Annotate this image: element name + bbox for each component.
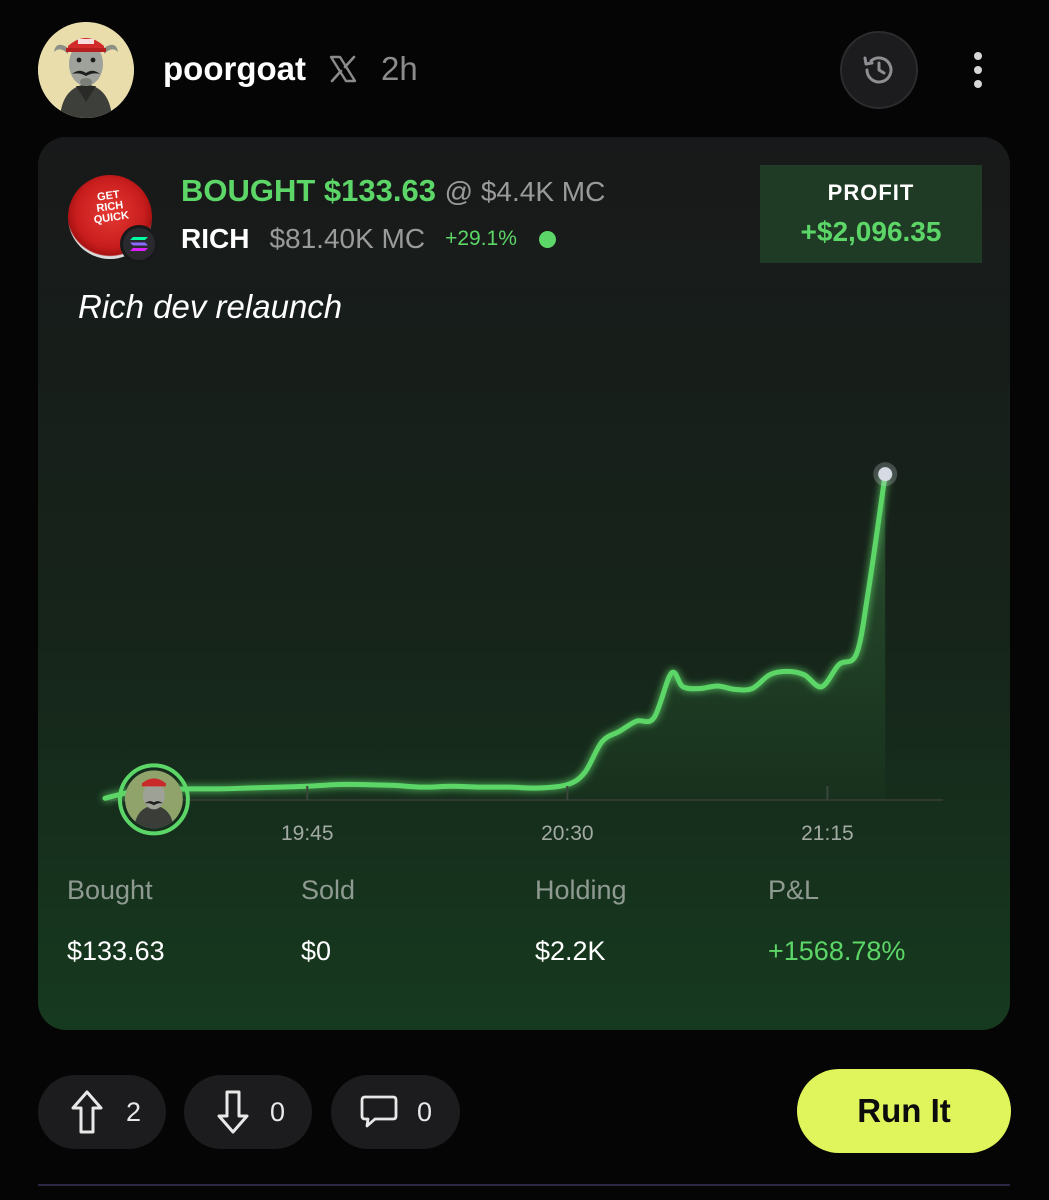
post-header: poorgoat 2h	[38, 22, 1010, 118]
chart-area-fill	[105, 474, 886, 800]
stat-value: $2.2K	[535, 936, 606, 966]
trade-card[interactable]: GET RICH QUICK BOUGHT $133.63 @ $4.4K MC…	[38, 137, 1010, 1030]
comment-count: 0	[417, 1096, 433, 1127]
stat-value: $0	[301, 936, 332, 966]
trade-summary: BOUGHT $133.63 @ $4.4K MC	[181, 173, 605, 209]
post-divider	[38, 1184, 1010, 1186]
stat-value: $133.63	[67, 936, 165, 966]
stat-value: +1568.78%	[768, 936, 906, 966]
price-chart[interactable]: 19:45 20:30 21:15	[38, 437, 1010, 857]
x-tick-label: 19:45	[281, 822, 334, 845]
downvote-count: 0	[270, 1096, 286, 1127]
token-info: RICH $81.40K MC +29.1%	[181, 223, 556, 255]
comment-icon	[360, 1095, 398, 1128]
upvote-button[interactable]: 2	[38, 1075, 166, 1149]
stat-label: Holding	[535, 875, 627, 905]
run-it-button[interactable]: Run It	[797, 1069, 1011, 1153]
more-options-button[interactable]	[963, 48, 993, 92]
current-price-dot	[878, 467, 893, 482]
downvote-button[interactable]: 0	[184, 1075, 312, 1149]
post-timestamp: 2h	[381, 50, 418, 87]
stat-label: Sold	[301, 875, 356, 905]
current-market-cap: $81.40K MC	[269, 223, 426, 254]
trade-stats: Bought $133.63 Sold $0 Holding $2.2K P&L…	[67, 875, 987, 975]
profit-value: +$2,096.35	[800, 216, 942, 247]
username[interactable]: poorgoat	[163, 50, 306, 88]
history-icon	[863, 56, 893, 84]
price-change: +29.1%	[445, 227, 517, 250]
token-logo-text: GET RICH QUICK	[93, 188, 130, 227]
upvote-count: 2	[126, 1096, 142, 1127]
stat-pnl: P&L +1568.78%	[768, 875, 998, 967]
token-ticker[interactable]: RICH	[181, 223, 249, 255]
stat-bought: Bought $133.63	[67, 875, 297, 967]
profit-label: PROFIT	[827, 180, 915, 205]
bought-amount: BOUGHT $133.63	[181, 173, 436, 208]
live-status-dot	[538, 230, 556, 248]
stat-label: P&L	[768, 875, 820, 905]
arrow-down-icon	[217, 1090, 249, 1134]
entry-marker-avatar[interactable]	[117, 763, 190, 836]
x-tick-label: 20:30	[541, 822, 594, 845]
profit-box: PROFIT +$2,096.35	[760, 165, 982, 263]
arrow-up-icon	[71, 1090, 103, 1134]
trade-note: Rich dev relaunch	[78, 288, 343, 325]
x-tick-label: 21:15	[801, 822, 854, 845]
user-avatar[interactable]	[38, 22, 134, 118]
stat-holding: Holding $2.2K	[535, 875, 765, 967]
comment-button[interactable]: 0	[331, 1075, 460, 1149]
stat-label: Bought	[67, 875, 153, 905]
stat-sold: Sold $0	[301, 875, 531, 967]
entry-market-cap: @ $4.4K MC	[444, 176, 606, 207]
x-logo-icon	[328, 54, 358, 84]
more-vertical-icon	[974, 52, 982, 60]
history-button[interactable]	[840, 31, 918, 109]
solana-icon	[120, 225, 158, 263]
